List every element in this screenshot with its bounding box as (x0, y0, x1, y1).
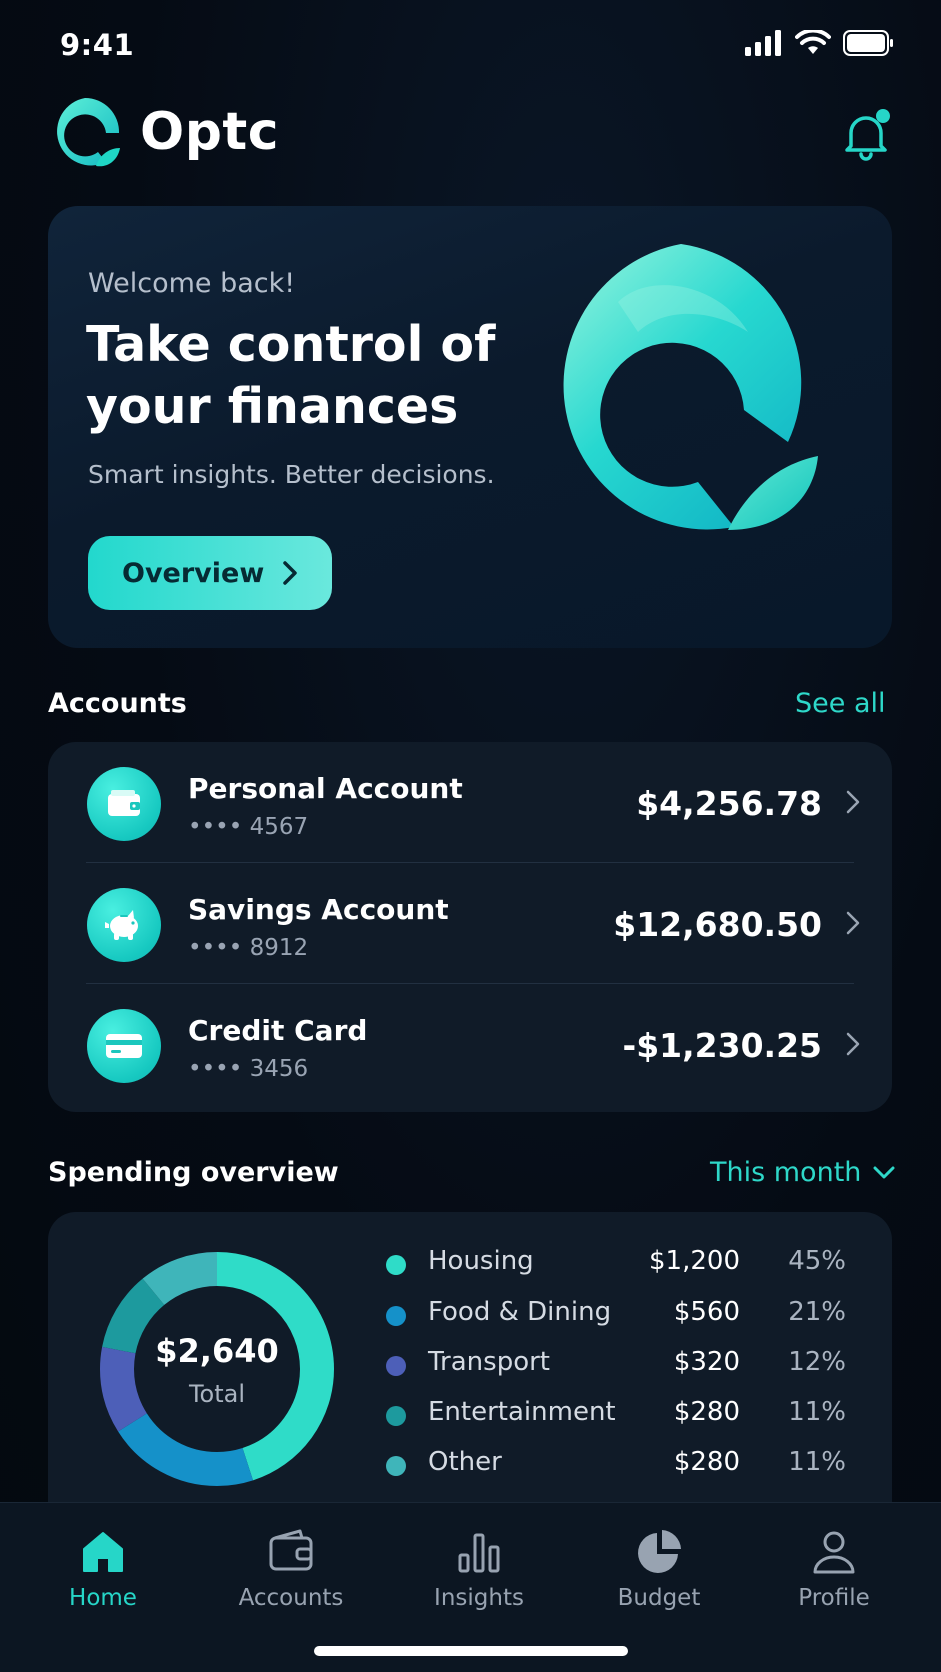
piggy-bank-icon (105, 910, 138, 940)
overview-button[interactable]: Overview (88, 536, 332, 610)
legend-item: Other $280 11% (386, 1445, 856, 1485)
app-screen: 9:41 Optc Welcome back! Take control of … (0, 0, 941, 1672)
account-row[interactable]: Credit Card •••• 3456 -$1,230.25 (48, 984, 892, 1105)
tab-label: Budget (617, 1585, 701, 1611)
legend-category-name: Other (428, 1447, 502, 1477)
tab-accounts[interactable]: Accounts (216, 1519, 366, 1619)
donut-total-value: $2,640 (155, 1332, 279, 1370)
credit-card-icon (106, 1034, 142, 1058)
legend-item: Entertainment $280 11% (386, 1395, 856, 1435)
account-balance: $12,680.50 (613, 905, 822, 944)
legend-dot (386, 1456, 406, 1476)
hero-title: Take control of your finances (86, 316, 496, 435)
legend-amount: $280 (673, 1447, 740, 1477)
legend-dot (386, 1255, 406, 1275)
home-icon (83, 1532, 123, 1572)
legend-percent: 21% (788, 1297, 846, 1327)
chevron-down-icon (873, 1166, 895, 1178)
wallet-icon (269, 1529, 313, 1571)
tab-insights[interactable]: Insights (404, 1519, 554, 1619)
legend-amount: $1,200 (649, 1246, 740, 1276)
legend-category-name: Transport (428, 1347, 551, 1377)
legend-percent: 11% (788, 1447, 846, 1477)
hero-subtitle: Smart insights. Better decisions. (88, 460, 495, 489)
tab-label: Home (69, 1585, 137, 1611)
tab-label: Profile (798, 1585, 870, 1611)
accounts-section-title: Accounts (48, 688, 187, 719)
account-name: Savings Account (188, 893, 449, 926)
home-indicator (314, 1646, 628, 1656)
account-balance: -$1,230.25 (622, 1026, 823, 1065)
tab-budget[interactable]: Budget (584, 1519, 734, 1619)
account-icon (87, 1009, 161, 1083)
cellular-signal-icon (745, 30, 781, 56)
wifi-icon (795, 30, 831, 54)
account-icon (87, 767, 161, 841)
legend-amount: $560 (673, 1297, 740, 1327)
legend-dot (386, 1306, 406, 1326)
legend-dot (386, 1406, 406, 1426)
account-row[interactable]: Savings Account •••• 8912 $12,680.50 (48, 863, 892, 984)
account-number: •••• 4567 (188, 814, 309, 840)
legend-item: Transport $320 12% (386, 1345, 856, 1385)
overview-button-label: Overview (122, 557, 265, 589)
wallet-icon (108, 790, 140, 816)
legend-item: Housing $1,200 45% (386, 1244, 856, 1284)
legend-percent: 45% (788, 1246, 846, 1276)
chevron-right-icon (283, 561, 297, 585)
chevron-right-icon (846, 911, 860, 935)
legend-category-name: Food & Dining (428, 1297, 612, 1327)
spending-section-title: Spending overview (48, 1157, 339, 1188)
spending-card: $2,640 Total Housing $1,200 45% Food & D… (48, 1212, 892, 1542)
see-all-accounts-link[interactable]: See all (795, 688, 886, 719)
person-icon (813, 1531, 855, 1574)
legend-category-name: Housing (428, 1246, 534, 1276)
status-bar: 9:41 (0, 0, 941, 90)
account-balance: $4,256.78 (636, 784, 822, 823)
tab-label: Accounts (238, 1585, 344, 1611)
account-number: •••• 3456 (188, 1056, 309, 1082)
legend-amount: $280 (673, 1397, 740, 1427)
notification-bell-icon[interactable] (841, 106, 893, 162)
account-row[interactable]: Personal Account •••• 4567 $4,256.78 (48, 742, 892, 863)
brand-name: Optc (140, 102, 280, 162)
chevron-right-icon (846, 790, 860, 814)
account-icon (87, 888, 161, 962)
chevron-right-icon (846, 1032, 860, 1056)
legend-dot (386, 1356, 406, 1376)
bar-chart-icon (458, 1533, 500, 1573)
accounts-card: Personal Account •••• 4567 $4,256.78 Sav… (48, 742, 892, 1112)
legend-item: Food & Dining $560 21% (386, 1295, 856, 1335)
logo-icon (57, 97, 120, 167)
tab-profile[interactable]: Profile (759, 1519, 909, 1619)
legend-category-name: Entertainment (428, 1397, 616, 1427)
battery-icon (843, 30, 893, 56)
account-name: Personal Account (188, 772, 463, 805)
status-icons (745, 30, 895, 56)
account-name: Credit Card (188, 1014, 368, 1047)
legend-percent: 11% (788, 1397, 846, 1427)
hero-welcome: Welcome back! (88, 268, 296, 299)
period-selector[interactable]: This month (710, 1157, 895, 1188)
tab-label: Insights (434, 1585, 524, 1611)
legend-percent: 12% (788, 1347, 846, 1377)
pie-chart-icon (638, 1530, 681, 1573)
legend-amount: $320 (673, 1347, 740, 1377)
hero-card: Welcome back! Take control of your finan… (48, 206, 892, 648)
tab-home[interactable]: Home (28, 1519, 178, 1619)
app-header: Optc (48, 96, 893, 176)
hero-logo-illustration (563, 244, 818, 530)
status-time: 9:41 (60, 28, 135, 62)
account-number: •••• 8912 (188, 935, 309, 961)
period-selector-label: This month (710, 1157, 862, 1188)
donut-total-label: Total (188, 1380, 246, 1408)
